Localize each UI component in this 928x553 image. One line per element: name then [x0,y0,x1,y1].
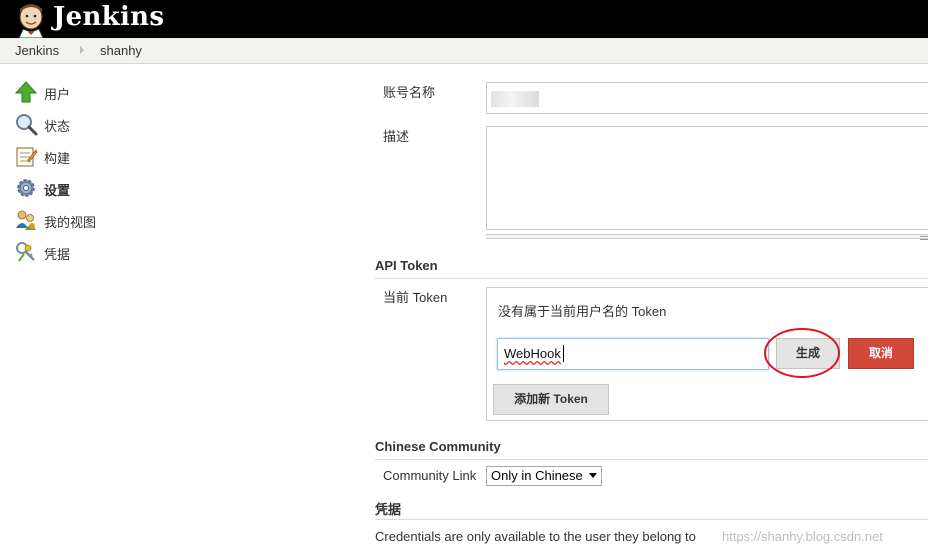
sidebar-item-label: 构建 [44,151,71,166]
sidebar-item-users[interactable]: 用户 [14,80,214,104]
current-token-label: 当前 Token [383,290,448,305]
section-divider [375,519,928,520]
community-link-select[interactable]: Only in Chinese [486,466,602,486]
text-cursor [563,345,564,362]
sidebar-item-label: 凭据 [44,247,71,262]
no-token-message: 没有属于当前用户名的 Token [498,304,667,319]
sidebar-item-builds[interactable]: 构建 [14,144,214,168]
cancel-button[interactable]: 取消 [848,338,914,369]
app-title[interactable]: Jenkins [53,1,164,33]
credentials-info-text: Credentials are only available to the us… [375,529,696,544]
annotation-circle [764,328,840,378]
sidebar-item-label: 状态 [44,119,71,134]
api-token-section-title: API Token [375,258,438,273]
breadcrumb: Jenkins shanhy [0,38,928,64]
community-link-select-value: Only in Chinese [491,468,583,483]
blurred-username [491,91,539,107]
sidebar-item-label: 设置 [44,183,71,198]
community-section-title: Chinese Community [375,439,501,454]
credentials-section-title: 凭据 [375,502,402,517]
notepad-icon [16,147,38,167]
description-textarea[interactable] [486,126,928,230]
jenkins-logo-icon[interactable] [14,2,48,38]
magnifier-icon [16,114,38,136]
gear-icon [17,179,35,197]
community-link-label: Community Link [383,468,477,483]
token-name-input-value: WebHook [504,346,561,361]
description-label: 描述 [383,129,410,144]
token-panel: 没有属于当前用户名的 Token WebHook 生成 取消 添加新 Token [486,287,928,421]
header-bar: Jenkins [0,0,928,38]
section-divider [375,278,928,279]
account-name-field[interactable] [486,82,928,114]
sidebar-item-settings[interactable]: 设置 [14,176,214,200]
grip-icon [920,236,928,240]
sidebar-item-my-views[interactable]: 我的视图 [14,208,214,232]
watermark-text: https://shanhy.blog.csdn.net [722,529,883,544]
breadcrumb-separator-icon [80,46,84,54]
dropdown-arrow-icon [589,473,597,478]
keys-icon [16,242,35,262]
section-divider [375,459,928,460]
up-arrow-icon [14,81,38,103]
account-name-label: 账号名称 [383,85,436,100]
sidebar-item-status[interactable]: 状态 [14,112,214,136]
token-name-input[interactable]: WebHook [497,338,769,370]
textarea-resize-handle[interactable] [486,234,928,239]
sidebar-item-label: 用户 [44,87,71,102]
people-icon [16,210,36,230]
add-token-button[interactable]: 添加新 Token [493,384,609,415]
breadcrumb-item-jenkins[interactable]: Jenkins [15,43,59,58]
sidebar-item-label: 我的视图 [44,215,97,230]
breadcrumb-item-user[interactable]: shanhy [100,43,142,58]
sidebar-item-credentials[interactable]: 凭据 [14,240,214,264]
